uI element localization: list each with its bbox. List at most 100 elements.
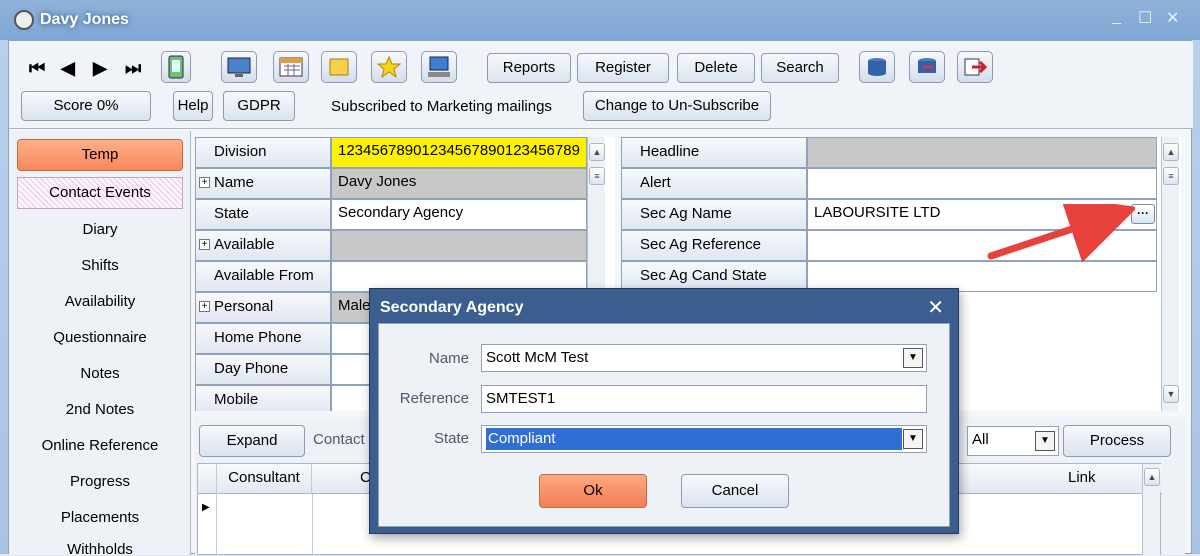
sidebar-item-shifts[interactable]: Shifts — [17, 251, 183, 281]
row-divider — [216, 494, 217, 556]
mobile-icon[interactable] — [161, 51, 191, 83]
sidebar-item-temp[interactable]: Temp — [17, 139, 183, 171]
left-field-label: Division — [195, 137, 331, 168]
score-button[interactable]: Score 0% — [21, 91, 151, 121]
row-label-text: Available — [214, 236, 275, 253]
row-label-text: Home Phone — [214, 329, 302, 346]
exit-icon[interactable] — [957, 51, 993, 83]
sidebar-item-online-reference[interactable]: Online Reference — [17, 431, 183, 461]
chevron-down-icon[interactable]: ▼ — [903, 348, 923, 368]
chevron-down-icon[interactable]: ▼ — [903, 429, 923, 449]
state-label: State — [433, 430, 469, 447]
scroll-thumb-icon[interactable]: ≡ — [1163, 167, 1179, 185]
sidebar-item-availability[interactable]: Availability — [17, 287, 183, 317]
column-divider — [312, 494, 313, 556]
first-record-button[interactable]: ⏮ — [29, 58, 45, 79]
maximize-button[interactable]: ☐ — [1138, 8, 1152, 28]
help-button[interactable]: Help — [173, 91, 213, 121]
note-icon[interactable] — [321, 51, 357, 83]
expand-icon[interactable]: + — [199, 239, 210, 250]
left-field-value[interactable] — [331, 230, 587, 261]
right-field-value[interactable] — [807, 137, 1157, 168]
sidebar-item-progress[interactable]: Progress — [17, 467, 183, 497]
sidebar-item-placements[interactable]: Placements — [17, 503, 183, 533]
row-label-text: Personal — [214, 298, 274, 315]
right-field-label: Sec Ag Name — [621, 199, 807, 230]
marketing-status: Subscribed to Marketing mailings — [331, 98, 552, 115]
calendar-icon[interactable] — [273, 51, 309, 83]
name-select-value: Scott McM Test — [486, 349, 589, 366]
gdpr-button[interactable]: GDPR — [223, 91, 295, 121]
left-field-label: + Name — [195, 168, 331, 199]
left-field-label: Available From — [195, 261, 331, 292]
row-label-text: Mobile — [214, 391, 259, 408]
minimize-button[interactable]: _ — [1112, 8, 1121, 26]
search-button[interactable]: Search — [761, 53, 839, 83]
left-field-label: + Available — [195, 230, 331, 261]
sidebar-item-2nd-notes[interactable]: 2nd Notes — [17, 395, 183, 425]
scroll-down-icon[interactable]: ▼ — [1163, 385, 1179, 403]
scroll-thumb-icon[interactable]: ≡ — [589, 167, 605, 185]
column-consultant[interactable]: Consultant — [216, 464, 312, 494]
monitor-icon[interactable] — [221, 51, 257, 83]
state-select[interactable]: Compliant ▼ — [481, 425, 927, 453]
sidebar-item-notes[interactable]: Notes — [17, 359, 183, 389]
register-button[interactable]: Register — [577, 53, 669, 83]
left-field-value[interactable]: Davy Jones — [331, 168, 587, 199]
row-label-text: Division — [214, 143, 267, 160]
process-button[interactable]: Process — [1063, 425, 1171, 457]
events-scrollbar[interactable]: ▲ — [1142, 464, 1160, 556]
close-icon[interactable]: ✕ — [927, 295, 944, 320]
toolbar: ⏮ ◀ ▶ ⏭ Reports Register Delete Search S… — [9, 41, 1193, 129]
application-window: Davy Jones _ ☐ ✕ ⏮ ◀ ▶ ⏭ Reports Registe… — [0, 0, 1200, 556]
sidebar-item-withholds[interactable]: Withholds — [17, 535, 183, 555]
db-icon-1[interactable] — [859, 51, 895, 83]
row-label-text: Sec Ag Name — [640, 205, 732, 222]
row-label-text: Day Phone — [214, 360, 289, 377]
right-field-label: Sec Ag Reference — [621, 230, 807, 261]
next-record-button[interactable]: ▶ — [93, 58, 107, 79]
row-label-text: Sec Ag Reference — [640, 236, 761, 253]
scroll-up-icon[interactable]: ▲ — [1163, 143, 1179, 161]
ok-button[interactable]: Ok — [539, 474, 647, 508]
left-field-value[interactable]: 12345678901234567890123456789 — [331, 137, 587, 168]
sidebar-item-diary[interactable]: Diary — [17, 215, 183, 245]
scroll-up-icon[interactable]: ▲ — [589, 143, 605, 161]
table-row: Alert — [621, 168, 1157, 199]
reference-input[interactable]: SMTEST1 — [481, 385, 927, 413]
left-field-value[interactable]: Secondary Agency — [331, 199, 587, 230]
table-row: Headline — [621, 137, 1157, 168]
expand-icon[interactable]: + — [199, 177, 210, 188]
star-icon[interactable] — [371, 51, 407, 83]
db-icon-2[interactable] — [909, 51, 945, 83]
unsubscribe-button[interactable]: Change to Un-Subscribe — [583, 91, 771, 121]
table-row: + Available — [195, 230, 587, 261]
sidebar-item-questionnaire[interactable]: Questionnaire — [17, 323, 183, 353]
filter-select[interactable]: All ▼ — [967, 426, 1059, 456]
cancel-button[interactable]: Cancel — [681, 474, 789, 508]
row-label-text: Name — [214, 174, 255, 191]
computer-icon[interactable] — [421, 51, 457, 83]
chevron-down-icon[interactable]: ▼ — [1035, 431, 1055, 451]
expand-icon[interactable]: + — [199, 301, 210, 312]
previous-record-button[interactable]: ◀ — [61, 58, 75, 79]
right-field-label: Headline — [621, 137, 807, 168]
column-link[interactable]: Link — [1068, 464, 1096, 492]
sidebar-item-contact-events[interactable]: Contact Events — [17, 177, 183, 209]
dialog-body: Name Scott McM Test ▼ Reference SMTEST1 … — [378, 323, 950, 527]
reports-button[interactable]: Reports — [487, 53, 571, 83]
last-record-button[interactable]: ⏭ — [125, 58, 141, 79]
left-field-label: Home Phone — [195, 323, 331, 354]
delete-button[interactable]: Delete — [677, 53, 755, 83]
left-field-label: + Personal — [195, 292, 331, 323]
name-select[interactable]: Scott McM Test ▼ — [481, 344, 927, 372]
right-grid-scrollbar[interactable]: ▲ ≡ ▼ — [1161, 137, 1179, 411]
row-label-text: Available From — [214, 267, 314, 284]
sidebar: Temp Contact Events Diary Shifts Availab… — [9, 131, 191, 555]
right-field-value[interactable] — [807, 168, 1157, 199]
filter-select-value: All — [972, 431, 989, 448]
scroll-up-icon[interactable]: ▲ — [1144, 468, 1160, 486]
expand-button[interactable]: Expand — [199, 425, 305, 457]
close-window-button[interactable]: ✕ — [1166, 8, 1179, 28]
left-field-label: Mobile — [195, 385, 331, 411]
